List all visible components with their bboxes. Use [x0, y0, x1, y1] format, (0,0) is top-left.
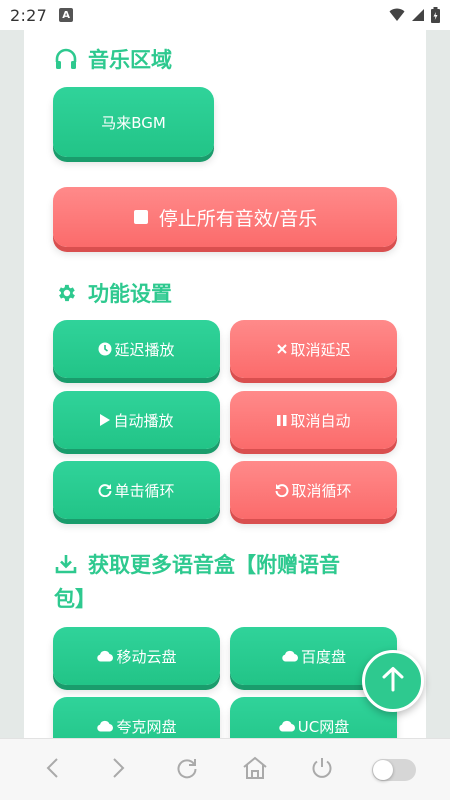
stop-icon: [133, 209, 149, 225]
browser-nav-bar: [0, 738, 450, 800]
stop-all-label: 停止所有音效/音乐: [158, 207, 318, 230]
auto-play-label: 自动播放: [113, 411, 174, 430]
status-time: 2:27: [10, 5, 48, 25]
cloud-icon: [96, 720, 114, 732]
cancel-delay-button[interactable]: 取消延迟: [230, 320, 397, 378]
forward-button[interactable]: [99, 750, 139, 790]
redo-icon: [98, 483, 112, 497]
pause-icon: [276, 414, 288, 427]
cloud-icon: [278, 720, 296, 732]
quark-pan-label: 夸克网盘: [116, 717, 177, 736]
refresh-icon: [175, 756, 199, 784]
cancel-delay-label: 取消延迟: [290, 340, 351, 359]
music-section-title: 音乐区域: [54, 44, 172, 74]
headphones-icon: [54, 47, 78, 71]
settings-title-text: 功能设置: [88, 282, 172, 306]
play-icon: [99, 413, 111, 427]
music-title-text: 音乐区域: [88, 48, 172, 72]
arrow-up-icon: [381, 666, 405, 696]
chevron-left-icon: [45, 757, 59, 783]
back-button[interactable]: [32, 750, 72, 790]
download-title-line2: 包】: [54, 587, 96, 611]
close-icon: [276, 343, 288, 355]
refresh-button[interactable]: [167, 750, 207, 790]
page-content: 音乐区域 马来BGM 停止所有音效/音乐 功能设置 延迟播放 取消延迟 自动播放: [24, 30, 426, 738]
cancel-auto-label: 取消自动: [290, 411, 351, 430]
settings-section-title: 功能设置: [54, 278, 172, 308]
quark-pan-button[interactable]: 夸克网盘: [53, 697, 220, 738]
delay-play-label: 延迟播放: [114, 340, 175, 359]
gear-icon: [54, 281, 78, 305]
power-icon: [310, 756, 334, 784]
status-bar: 2:27 A: [0, 0, 450, 30]
home-button[interactable]: [235, 750, 275, 790]
auto-play-button[interactable]: 自动播放: [53, 391, 220, 449]
mobile-cloud-button[interactable]: 移动云盘: [53, 627, 220, 685]
bgm-malay-button[interactable]: 马来BGM: [53, 87, 214, 157]
single-loop-button[interactable]: 单击循环: [53, 461, 220, 519]
undo-icon: [275, 483, 289, 497]
battery-icon: [431, 7, 440, 23]
cancel-loop-label: 取消循环: [291, 481, 352, 500]
mobile-cloud-label: 移动云盘: [116, 647, 177, 666]
download-icon: [54, 552, 78, 576]
bgm-label: 马来BGM: [101, 113, 166, 132]
home-icon: [242, 756, 268, 784]
scroll-top-button[interactable]: [362, 650, 424, 712]
cancel-loop-button[interactable]: 取消循环: [230, 461, 397, 519]
single-loop-label: 单击循环: [114, 481, 175, 500]
download-title-line1: 获取更多语音盒【附赠语音: [88, 553, 340, 577]
toggle-knob: [373, 759, 394, 780]
power-button[interactable]: [302, 750, 342, 790]
cloud-icon: [281, 650, 299, 662]
clock-icon: [98, 342, 112, 356]
wifi-icon: [389, 8, 405, 22]
download-section-title-wrap: 包】: [54, 583, 96, 613]
chevron-right-icon: [112, 757, 126, 783]
signal-icon: [411, 8, 425, 22]
cloud-icon: [96, 650, 114, 662]
delay-play-button[interactable]: 延迟播放: [53, 320, 220, 378]
uc-pan-label: UC网盘: [297, 717, 350, 736]
stop-all-button[interactable]: 停止所有音效/音乐: [53, 187, 397, 247]
notification-badge: A: [59, 8, 74, 22]
cancel-auto-button[interactable]: 取消自动: [230, 391, 397, 449]
night-mode-toggle[interactable]: [370, 750, 418, 790]
download-section-title: 获取更多语音盒【附赠语音: [54, 550, 340, 580]
toggle-track: [372, 758, 417, 781]
baidu-pan-label: 百度盘: [300, 647, 346, 666]
